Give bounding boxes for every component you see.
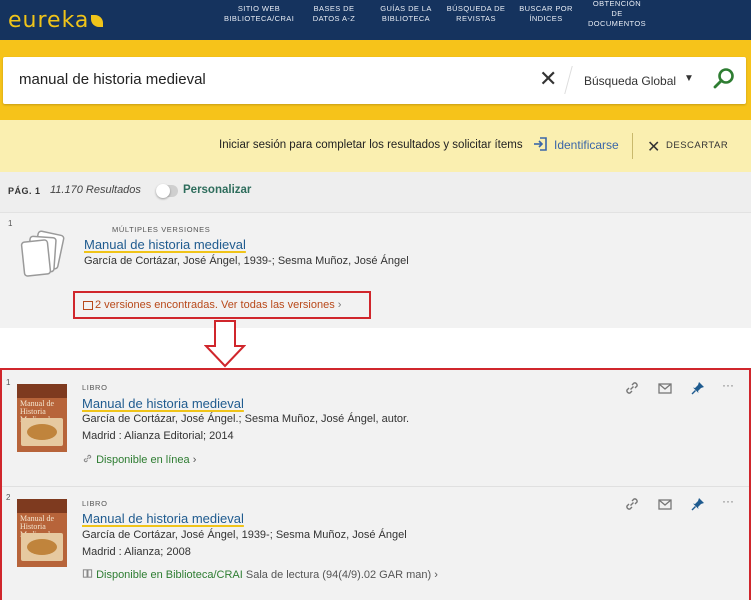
close-icon[interactable]: ✕: [647, 137, 660, 157]
cover-band: [17, 499, 67, 513]
pin-icon[interactable]: [690, 380, 706, 396]
nav-revistas[interactable]: BÚSQUEDA DE REVISTAS: [445, 4, 507, 24]
nav-sitio-web[interactable]: SITIO WEB BIBLIOTECA/CRAI: [224, 4, 294, 24]
result-card[interactable]: 2 Manual de Historia Medieval LIBRO Manu…: [2, 486, 749, 600]
nav-documentos[interactable]: OBTENCIÓN DE DOCUMENTOS: [584, 0, 650, 29]
search-divider: [564, 66, 573, 94]
cover-art-detail: [27, 424, 57, 440]
result-index: 1: [6, 378, 11, 387]
primo-results-page: eureka SITIO WEB BIBLIOTECA/CRAI BASES D…: [0, 0, 751, 600]
result-authors: García de Cortázar, José Ángel, 1939-; S…: [84, 255, 409, 267]
arrow-down-annotation: [204, 320, 246, 368]
result-index: 1: [8, 219, 13, 228]
book-icon: [82, 569, 96, 581]
search-box: manual de historia medieval ✕ Búsqueda G…: [3, 57, 746, 104]
leaf-icon: [91, 15, 104, 27]
cover-art: [21, 418, 63, 446]
versions-link-text[interactable]: 2 versiones encontradas. Ver todas las v…: [83, 299, 341, 311]
toggle-knob: [156, 184, 170, 198]
signin-notice-text: Iniciar sesión para completar los result…: [219, 139, 523, 151]
login-icon[interactable]: [533, 136, 549, 152]
eureka-logo[interactable]: eureka: [8, 8, 104, 33]
more-icon[interactable]: ···: [722, 495, 738, 512]
book-cover[interactable]: Manual de Historia Medieval: [17, 499, 67, 567]
availability-status[interactable]: Disponible en Biblioteca/CRAI Sala de le…: [82, 568, 438, 581]
result-type: MÚLTIPLES VERSIONES: [112, 225, 211, 234]
result-type: LIBRO: [82, 383, 108, 392]
nav-indices[interactable]: BUSCAR POR ÍNDICES: [516, 4, 576, 24]
more-icon[interactable]: ···: [722, 379, 738, 396]
login-link[interactable]: Identificarse: [554, 138, 619, 152]
chevron-right-icon: ›: [192, 454, 197, 466]
versions-group: 1 Manual de Historia Medieval LIBRO Manu…: [0, 368, 751, 600]
location-label: Sala de lectura (94(4/9).02 GAR man): [245, 569, 432, 581]
availability-label: Disponible en línea: [96, 454, 190, 466]
result-title[interactable]: Manual de historia medieval: [84, 237, 246, 252]
versions-link[interactable]: 2 versiones encontradas. Ver todas las v…: [73, 291, 371, 319]
chevron-right-icon: ›: [337, 299, 342, 311]
link-icon[interactable]: [624, 496, 640, 512]
result-title[interactable]: Manual de historia medieval: [82, 511, 244, 526]
result-title[interactable]: Manual de historia medieval: [82, 396, 244, 411]
search-scope-select[interactable]: Búsqueda Global: [584, 74, 676, 88]
search-input[interactable]: manual de historia medieval: [19, 71, 206, 88]
result-count: 11.170 Resultados: [50, 184, 141, 196]
notice-divider: [632, 133, 633, 159]
result-type: LIBRO: [82, 499, 108, 508]
result-publication: Madrid : Alianza Editorial; 2014: [82, 430, 234, 442]
page-number: PÁG. 1: [8, 186, 41, 196]
book-cover[interactable]: Manual de Historia Medieval: [17, 384, 67, 452]
results-header: PÁG. 1 11.170 Resultados Personalizar: [0, 172, 751, 212]
result-index: 2: [6, 493, 11, 502]
top-navigation: eureka SITIO WEB BIBLIOTECA/CRAI BASES D…: [0, 0, 751, 40]
link-icon[interactable]: [624, 380, 640, 396]
cover-art-detail: [27, 539, 57, 555]
multiple-versions-icon: [20, 230, 65, 277]
dismiss-button[interactable]: DESCARTAR: [666, 140, 728, 151]
chevron-right-icon: ›: [434, 569, 438, 581]
link-icon: [82, 454, 96, 466]
record-actions: ···: [624, 379, 744, 398]
result-authors: García de Cortázar, José Ángel.; Sesma M…: [82, 413, 410, 425]
cover-band: [17, 384, 67, 398]
signin-notice: Iniciar sesión para completar los result…: [0, 120, 751, 172]
search-icon[interactable]: [712, 67, 736, 91]
email-icon[interactable]: [657, 496, 673, 512]
result-publication: Madrid : Alianza; 2008: [82, 546, 191, 558]
cover-art: [21, 533, 63, 561]
result-card[interactable]: 1 Manual de Historia Medieval LIBRO Manu…: [2, 370, 749, 485]
search-band: manual de historia medieval ✕ Búsqueda G…: [0, 40, 751, 120]
versions-icon: [83, 300, 93, 310]
pin-icon[interactable]: [690, 496, 706, 512]
versions-label: 2 versiones encontradas. Ver todas las v…: [95, 299, 335, 311]
result-authors: García de Cortázar, José Ángel, 1939-; S…: [82, 529, 407, 541]
nav-bases-datos[interactable]: BASES DE DATOS A-Z: [307, 4, 361, 24]
personalize-toggle[interactable]: [156, 184, 178, 198]
logo-text: eureka: [8, 8, 90, 33]
availability-label: Disponible en Biblioteca/CRAI: [96, 569, 243, 581]
availability-status[interactable]: Disponible en línea ›: [82, 453, 196, 466]
record-actions: ···: [624, 495, 744, 514]
clear-search-icon[interactable]: ✕: [539, 66, 557, 92]
personalize-label[interactable]: Personalizar: [183, 184, 251, 196]
scope-caret-icon[interactable]: ▼: [684, 73, 694, 84]
email-icon[interactable]: [657, 380, 673, 396]
nav-guias[interactable]: GUÍAS DE LA BIBLIOTECA: [376, 4, 436, 24]
